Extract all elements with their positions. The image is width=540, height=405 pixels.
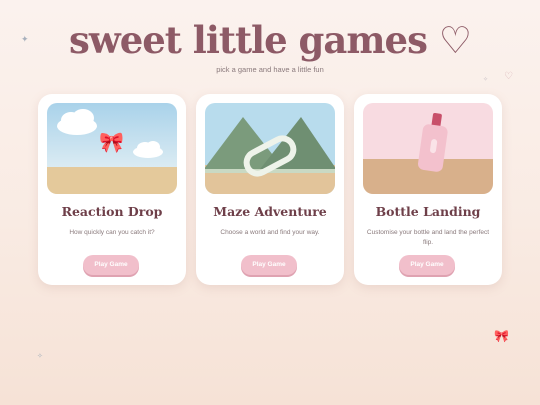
bow-icon: 🎀 xyxy=(99,132,124,154)
play-game-button[interactable]: Play Game xyxy=(399,255,455,275)
game-title: Maze Adventure xyxy=(213,204,327,219)
maze-adventure-thumbnail xyxy=(205,103,335,194)
small-sparkle-icon: ✧ xyxy=(37,353,43,360)
play-game-button[interactable]: Play Game xyxy=(83,255,139,275)
reaction-drop-thumbnail: 🎀 xyxy=(47,103,177,194)
game-title: Reaction Drop xyxy=(61,204,163,219)
game-description: How quickly can you catch it? xyxy=(69,229,155,236)
game-card-bottle-landing: Bottle Landing Customise your bottle and… xyxy=(354,94,502,285)
bow-icon: 🎀 xyxy=(494,329,509,343)
bottle-landing-thumbnail xyxy=(363,103,493,194)
game-title: Bottle Landing xyxy=(375,204,481,219)
game-card-reaction-drop: 🎀 Reaction Drop How quickly can you catc… xyxy=(38,94,186,285)
small-sparkle-icon: ✧ xyxy=(483,77,489,83)
play-game-button[interactable]: Play Game xyxy=(241,255,297,275)
game-description: Choose a world and find your way. xyxy=(220,229,320,236)
game-description: Customise your bottle and land the perfe… xyxy=(366,229,490,246)
page-title: sweet little games ♡ xyxy=(69,18,472,62)
game-card-maze-adventure: Maze Adventure Choose a world and find y… xyxy=(196,94,344,285)
page-subtitle: pick a game and have a little fun xyxy=(216,65,324,74)
